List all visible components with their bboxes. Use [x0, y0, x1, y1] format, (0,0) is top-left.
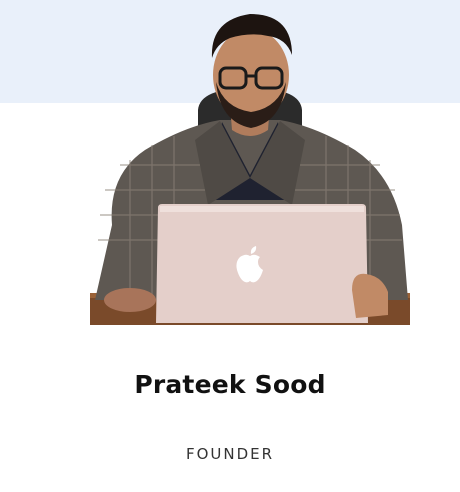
laptop	[156, 204, 368, 323]
profile-photo	[90, 14, 410, 325]
member-role: FOUNDER	[185, 445, 275, 463]
member-name: Prateek Sood	[134, 370, 326, 399]
team-member-card: Prateek Sood FOUNDER	[0, 0, 460, 492]
